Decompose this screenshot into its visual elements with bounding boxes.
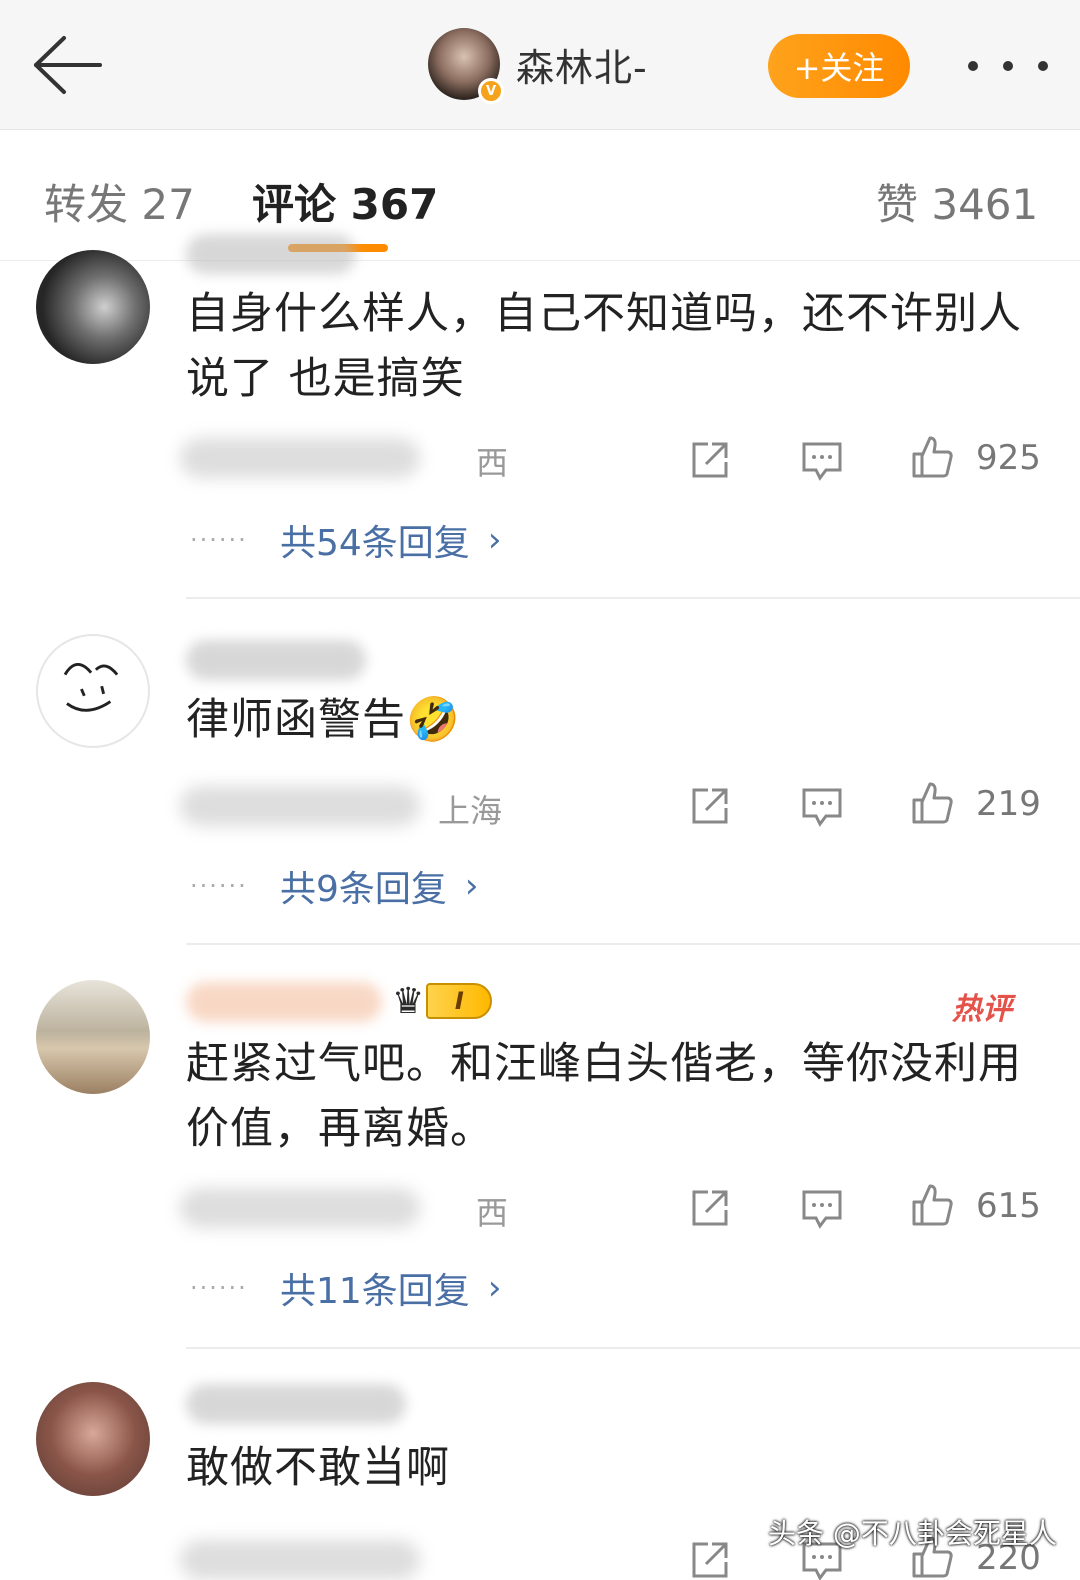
like-count: 219 bbox=[976, 784, 1041, 824]
sketch-avatar-icon bbox=[63, 663, 119, 712]
comment-text: 敢做不敢当啊 bbox=[186, 1443, 450, 1493]
view-replies-link[interactable]: ······ 共54条回复 › bbox=[190, 514, 501, 566]
share-icon[interactable] bbox=[688, 1186, 732, 1230]
comment-text: 自身什么样人，自己不知道吗，还不许别人说了 也是搞笑 bbox=[186, 289, 1022, 404]
comment-icon[interactable] bbox=[800, 784, 844, 828]
back-button[interactable] bbox=[28, 30, 108, 100]
verified-badge: V bbox=[478, 78, 504, 104]
commenter-avatar[interactable] bbox=[36, 1382, 150, 1496]
thumbs-up-icon[interactable] bbox=[910, 434, 954, 478]
laughing-emoji-icon: 🤣 bbox=[406, 695, 461, 745]
commenter-avatar[interactable] bbox=[36, 250, 150, 364]
share-icon[interactable] bbox=[688, 784, 732, 828]
watermark: 头条 @不八卦会死星人 bbox=[768, 1517, 1057, 1550]
username[interactable]: 森林北- bbox=[516, 37, 648, 92]
crown-icon: ♛ bbox=[392, 980, 425, 1022]
thumbs-up-icon[interactable] bbox=[910, 1182, 954, 1226]
thumbs-up-icon[interactable] bbox=[910, 780, 954, 824]
share-icon[interactable] bbox=[688, 1538, 732, 1580]
comment-meta bbox=[180, 1188, 420, 1228]
profile-header[interactable]: V 森林北- bbox=[428, 28, 648, 104]
comment-divider bbox=[186, 597, 1080, 599]
commenter-nickname[interactable] bbox=[186, 982, 382, 1022]
hot-comment-badge: 热评 bbox=[952, 992, 1012, 1027]
tab-repost[interactable]: 转发 27 bbox=[44, 171, 195, 232]
commenter-nickname[interactable] bbox=[186, 1384, 406, 1424]
more-dots-icon bbox=[968, 61, 978, 71]
comment-text: 赶紧过气吧。和汪峰白头偕老，等你没利用价值，再离婚。 bbox=[186, 1039, 1022, 1154]
comment-location: 西 bbox=[476, 1194, 509, 1232]
top-navigation-bar: V 森林北- +关注 bbox=[0, 0, 1080, 130]
tab-bar: 转发 27 评论 367 赞 3461 bbox=[0, 131, 1080, 261]
like-count: 925 bbox=[976, 438, 1041, 478]
replies-count[interactable]: 共11条回复 bbox=[280, 1262, 470, 1314]
commenter-avatar[interactable] bbox=[36, 980, 150, 1094]
like-count: 615 bbox=[976, 1186, 1041, 1226]
replies-count[interactable]: 共54条回复 bbox=[280, 514, 470, 566]
comment-icon[interactable] bbox=[800, 1186, 844, 1230]
comment-text: 律师函警告🤣 bbox=[186, 695, 461, 745]
comment-meta bbox=[180, 438, 420, 478]
arrow-left-icon bbox=[34, 36, 102, 94]
commenter-nickname[interactable] bbox=[186, 640, 366, 680]
comment-divider bbox=[186, 943, 1080, 945]
chevron-right-icon: › bbox=[487, 1268, 502, 1308]
chevron-right-icon: › bbox=[487, 520, 502, 560]
comment-icon[interactable] bbox=[800, 438, 844, 482]
follow-button[interactable]: +关注 bbox=[768, 34, 910, 98]
member-level: I bbox=[426, 983, 493, 1019]
chevron-right-icon: › bbox=[464, 866, 479, 906]
member-badge: ♛ I bbox=[392, 980, 504, 1022]
comment-location: 上海 bbox=[438, 792, 503, 830]
comment-meta bbox=[180, 786, 420, 826]
comment-meta bbox=[180, 1540, 420, 1580]
view-replies-link[interactable]: ······ 共9条回复 › bbox=[190, 860, 479, 912]
comment-location: 西 bbox=[476, 444, 509, 482]
commenter-nickname[interactable] bbox=[186, 234, 356, 274]
tab-comments[interactable]: 评论 367 bbox=[252, 171, 438, 232]
view-replies-link[interactable]: ······ 共11条回复 › bbox=[190, 1262, 501, 1314]
replies-count[interactable]: 共9条回复 bbox=[280, 860, 447, 912]
comment-divider bbox=[186, 1347, 1080, 1349]
user-avatar[interactable]: V bbox=[428, 28, 504, 104]
tab-likes[interactable]: 赞 3461 bbox=[876, 171, 1038, 232]
commenter-avatar[interactable] bbox=[36, 634, 150, 748]
more-options-button[interactable] bbox=[968, 44, 1048, 88]
share-icon[interactable] bbox=[688, 438, 732, 482]
